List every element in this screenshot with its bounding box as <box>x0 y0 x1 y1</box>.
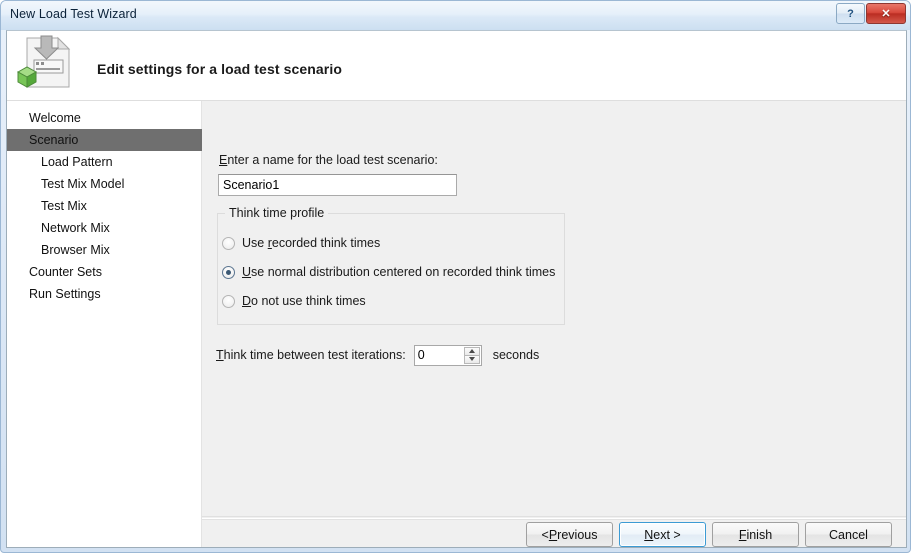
page-title: Edit settings for a load test scenario <box>97 61 342 77</box>
cancel-button[interactable]: Cancel <box>805 522 892 547</box>
title-bar: New Load Test Wizard ? ✕ <box>1 1 910 30</box>
radio-use-normal-distribution[interactable]: Use normal distribution centered on reco… <box>222 263 555 281</box>
sidebar-item-scenario[interactable]: Scenario <box>7 129 229 151</box>
client-area: Edit settings for a load test scenario W… <box>6 30 907 548</box>
stepper-down-button[interactable] <box>463 355 480 364</box>
think-time-iterations-label: Think time between test iterations: <box>216 348 406 362</box>
sidebar-item-counter-sets[interactable]: Counter Sets <box>7 261 201 283</box>
previous-button[interactable]: < Previous <box>526 522 613 547</box>
load-test-document-icon <box>14 34 76 92</box>
sidebar-item-welcome[interactable]: Welcome <box>7 107 201 129</box>
header-band: Edit settings for a load test scenario <box>7 31 906 101</box>
radio-0-prefix: Use <box>242 236 268 250</box>
footer-separator <box>202 516 906 517</box>
radio-2-suffix: o not use think times <box>251 294 366 308</box>
stepper-buttons <box>463 346 480 364</box>
scenario-name-input[interactable] <box>218 174 457 196</box>
radio-icon-checked <box>222 265 235 279</box>
radio-do-not-use-think-times[interactable]: Do not use think times <box>222 292 366 310</box>
wizard-step-list: Welcome Scenario Load Pattern Test Mix M… <box>7 101 229 547</box>
help-button[interactable]: ? <box>836 3 865 24</box>
radio-1-accel: U <box>242 265 252 279</box>
radio-0-suffix: ecorded think times <box>271 236 381 250</box>
radio-use-recorded-think-times[interactable]: Use recorded think times <box>222 234 380 252</box>
finish-button[interactable]: Finish <box>712 522 799 547</box>
radio-icon-unchecked <box>222 236 235 250</box>
stepper-up-button[interactable] <box>463 346 480 356</box>
close-button[interactable]: ✕ <box>866 3 906 24</box>
cancel-prefix: Cancel <box>829 527 868 542</box>
radio-1-suffix: se normal distribution centered on recor… <box>251 265 556 279</box>
think-time-profile-legend: Think time profile <box>225 206 329 220</box>
next-accel: N <box>644 527 654 542</box>
next-button[interactable]: Next > <box>619 522 706 547</box>
sidebar-item-load-pattern[interactable]: Load Pattern <box>7 151 201 173</box>
tt-label-accel: T <box>216 348 224 362</box>
sidebar-item-network-mix[interactable]: Network Mix <box>7 217 201 239</box>
sidebar-item-run-settings[interactable]: Run Settings <box>7 283 201 305</box>
radio-2-accel: D <box>242 294 252 308</box>
scenario-name-label: Enter a name for the load test scenario: <box>219 153 438 167</box>
sidebar-item-test-mix-model[interactable]: Test Mix Model <box>7 173 201 195</box>
previous-suffix: revious <box>557 527 598 542</box>
settings-panel: Enter a name for the load test scenario:… <box>202 101 906 518</box>
think-time-stepper[interactable] <box>413 344 482 366</box>
window-title: New Load Test Wizard <box>10 7 137 21</box>
radio-icon-unchecked <box>222 294 235 308</box>
radio-label-use-recorded: Use recorded think times <box>242 236 380 250</box>
think-time-value-input[interactable] <box>414 346 466 364</box>
tt-label-suffix: hink time between test iterations: <box>223 348 406 362</box>
think-time-iterations-row: Think time between test iterations: seco… <box>216 344 539 366</box>
scenario-name-label-suffix: nter a name for the load test scenario: <box>227 153 438 167</box>
previous-prefix: < <box>541 527 549 542</box>
next-suffix: ext > <box>653 527 681 542</box>
previous-accel: P <box>548 527 558 542</box>
finish-suffix: inish <box>746 527 773 542</box>
chevron-down-icon <box>468 357 475 361</box>
sidebar-item-browser-mix[interactable]: Browser Mix <box>7 239 201 261</box>
wizard-footer: < Previous Next > Finish Cancel <box>202 518 906 547</box>
radio-label-use-normal-distribution: Use normal distribution centered on reco… <box>242 265 555 279</box>
sidebar-item-test-mix[interactable]: Test Mix <box>7 195 201 217</box>
wizard-window: New Load Test Wizard ? ✕ Edit settings f… <box>0 0 911 553</box>
radio-label-do-not-use: Do not use think times <box>242 294 366 308</box>
think-time-units-label: seconds <box>492 348 540 362</box>
chevron-up-icon <box>468 349 475 353</box>
finish-accel: F <box>738 527 747 542</box>
